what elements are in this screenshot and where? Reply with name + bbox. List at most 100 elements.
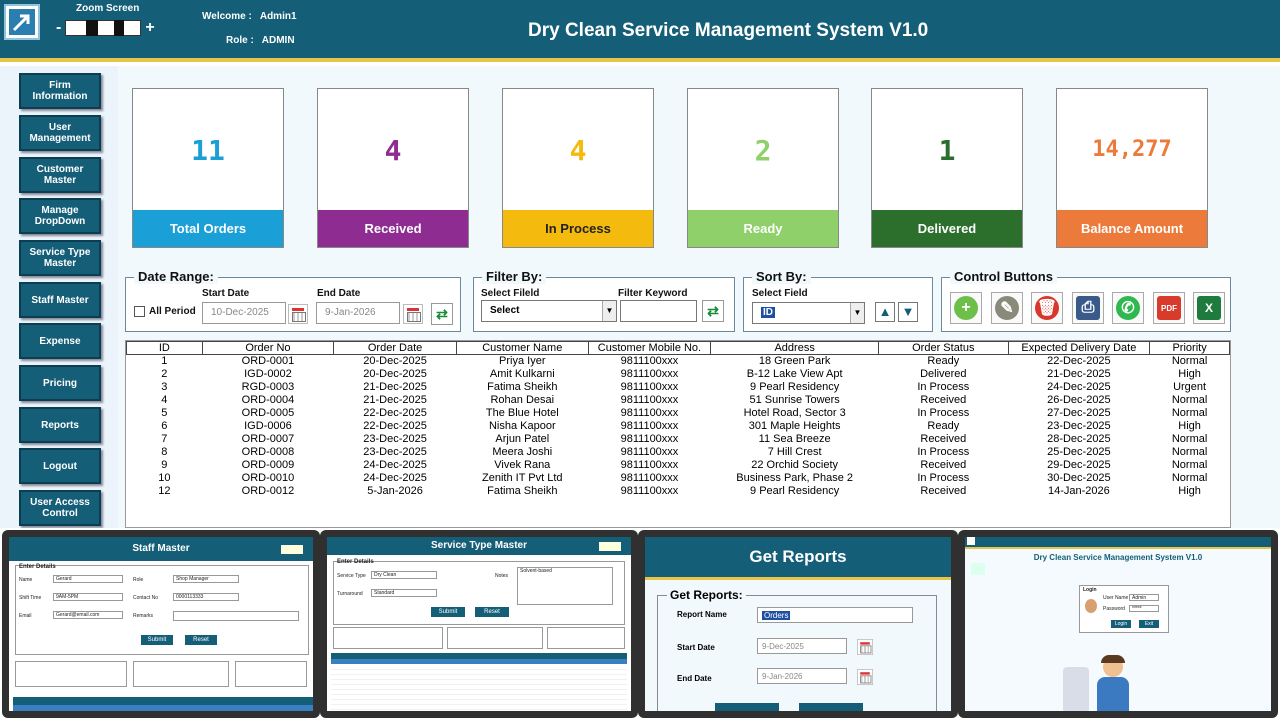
card-label: Received — [318, 210, 468, 247]
table-row[interactable]: 6 IGD-0006 22-Dec-2025 Nisha Kapoor 9811100x… — [127, 420, 1230, 433]
whatsapp-icon: ✆ — [1116, 296, 1140, 320]
table-row[interactable]: 3 RGD-0003 21-Dec-2025 Fatima Sheikh 9811100… — [127, 381, 1230, 394]
table-cell: Business Park, Phase 2 — [736, 472, 854, 484]
excel-button[interactable]: X — [1193, 292, 1225, 324]
table-cell: 24-Dec-2025 — [363, 459, 427, 471]
table-cell: 9811100xxx — [620, 355, 679, 368]
table-cell: 9811100xxx — [620, 394, 679, 406]
table-cell: 9811100xxx — [620, 433, 679, 445]
thumb-service-turn-label: Turnaround — [337, 591, 363, 597]
table-cell: 11 Sea Breeze — [758, 433, 831, 445]
table-row[interactable]: 10 ORD-0010 24-Dec-2025 Zenith IT Pvt Ltd 98… — [127, 472, 1230, 485]
column-header[interactable]: Customer Name — [455, 341, 589, 355]
pdf-icon: PDF — [1157, 296, 1181, 320]
end-calendar-icon[interactable] — [403, 304, 423, 324]
all-period-checkbox[interactable] — [134, 306, 145, 317]
thumb-staff-name: Gerard — [53, 575, 123, 583]
whatsapp-button[interactable]: ✆ — [1112, 292, 1144, 324]
sidebar-item-expense[interactable]: Expense — [19, 323, 101, 359]
filter-field-select[interactable]: Select ▼ — [481, 300, 617, 322]
table-row[interactable]: 9 ORD-0009 24-Dec-2025 Vivek Rana 9811100xxx… — [127, 459, 1230, 472]
thumb-login-button: Login — [1111, 620, 1131, 628]
table-row[interactable]: 7 ORD-0007 23-Dec-2025 Arjun Patel 9811100xx… — [127, 433, 1230, 446]
filter-keyword-label: Filter Keyword — [618, 288, 688, 299]
card-label: In Process — [503, 210, 653, 247]
edit-button[interactable]: ✎ — [991, 292, 1023, 324]
table-cell: 9811100xxx — [620, 368, 679, 380]
thumb-login-user-label: User Name — [1103, 595, 1129, 601]
table-cell: 24-Dec-2025 — [1047, 381, 1111, 393]
table-cell: High — [1178, 420, 1201, 432]
table-cell: 21-Dec-2025 — [363, 381, 427, 393]
delete-button[interactable]: 🗑 — [1031, 292, 1063, 324]
sort-title: Sort By: — [752, 269, 811, 284]
thumb-login[interactable]: Dry Clean Service Management System V1.0… — [958, 530, 1278, 718]
table-row[interactable]: 1 ORD-0001 20-Dec-2025 Priya Iyer 9811100xxx… — [127, 355, 1230, 368]
table-cell: 9 Pearl Residency — [750, 381, 840, 393]
column-header[interactable]: Address — [710, 341, 880, 355]
table-row[interactable]: 4 ORD-0004 21-Dec-2025 Rohan Desai 9811100xx… — [127, 394, 1230, 407]
start-calendar-icon[interactable] — [288, 304, 308, 324]
table-row[interactable]: 2 IGD-0002 20-Dec-2025 Amit Kulkarni 9811100… — [127, 368, 1230, 381]
table-cell: 27-Dec-2025 — [1047, 407, 1111, 419]
sidebar-item-firm-information[interactable]: Firm Information — [19, 73, 101, 109]
thumb-staff-master[interactable]: Staff Master Enter Details Name Gerard R… — [2, 530, 320, 718]
thumb-get-reports[interactable]: Get Reports Get Reports: Report Name Ord… — [638, 530, 958, 718]
thumb-reports-end-calendar-icon — [857, 669, 873, 685]
table-cell: Received — [920, 433, 967, 445]
sidebar-item-logout[interactable]: Logout — [19, 448, 101, 484]
card-label: Ready — [688, 210, 838, 247]
print-button[interactable]: ⎙ — [1072, 292, 1104, 324]
sort-field-select[interactable]: ID ▼ — [752, 302, 865, 324]
sidebar-item-staff-master[interactable]: Staff Master — [19, 282, 101, 318]
table-cell: Amit Kulkarni — [489, 368, 555, 380]
zoom-control[interactable]: - + — [56, 19, 155, 37]
zoom-minus-button[interactable]: - — [56, 19, 61, 37]
sidebar-item-pricing[interactable]: Pricing — [19, 365, 101, 401]
card-value: 11 — [191, 134, 225, 167]
filter-refresh-icon[interactable]: ⇄ — [702, 300, 724, 322]
column-header[interactable]: Order Status — [878, 341, 1009, 355]
thumb-staff-contact: 0000113333 — [173, 593, 239, 601]
zoom-slider[interactable] — [65, 20, 142, 36]
table-cell: 301 Maple Heights — [748, 420, 841, 432]
table-cell: B-12 Lake View Apt — [746, 368, 843, 380]
table-row[interactable]: 8 ORD-0008 23-Dec-2025 Meera Joshi 9811100xx… — [127, 446, 1230, 459]
sort-descending-icon[interactable]: ▼ — [898, 302, 918, 322]
sidebar-item-service-type-master[interactable]: Service Type Master — [19, 240, 101, 276]
column-header[interactable]: Order Date — [333, 341, 457, 355]
table-cell: 14-Jan-2026 — [1047, 485, 1110, 497]
table-row[interactable]: 12 ORD-0012 5-Jan-2026 Fatima Sheikh 9811100… — [127, 485, 1230, 498]
sidebar-item-reports[interactable]: Reports — [19, 407, 101, 443]
filter-keyword-input[interactable] — [620, 300, 697, 322]
sidebar-item-user-access-control[interactable]: User Access Control — [19, 490, 101, 526]
add-button[interactable]: + — [950, 292, 982, 324]
sidebar-item-user-management[interactable]: User Management — [19, 115, 101, 151]
thumb-service-type-label: Service Type — [337, 573, 366, 579]
printer-icon: ⎙ — [1076, 296, 1100, 320]
pdf-button[interactable]: PDF — [1153, 292, 1185, 324]
date-refresh-icon[interactable]: ⇄ — [431, 303, 453, 325]
end-date-label: End Date — [317, 288, 361, 299]
thumb-staff-contact-label: Contact No — [133, 595, 159, 601]
app-logo-icon[interactable] — [4, 4, 40, 40]
orders-table[interactable]: ID Order No Order Date Customer Name Custome… — [125, 340, 1231, 528]
zoom-plus-button[interactable]: + — [145, 19, 154, 37]
column-header[interactable]: Order No — [201, 341, 335, 355]
thumb-reports-start-calendar-icon — [857, 639, 873, 655]
column-header[interactable]: Customer Mobile No. — [587, 341, 712, 355]
sort-ascending-icon[interactable]: ▲ — [875, 302, 895, 322]
column-header[interactable]: ID — [126, 341, 203, 355]
start-date-field[interactable]: 10-Dec-2025 — [202, 302, 286, 324]
table-cell: 9811100xxx — [620, 381, 679, 393]
thumb-staff-shift-label: Shift Time — [19, 595, 42, 601]
table-row[interactable]: 5 ORD-0005 22-Dec-2025 The Blue Hotel 981110… — [127, 407, 1230, 420]
table-cell: ORD-0010 — [241, 472, 295, 484]
sidebar-item-customer-master[interactable]: Customer Master — [19, 157, 101, 193]
column-header[interactable]: Expected Delivery Date — [1007, 341, 1151, 355]
excel-icon: X — [1197, 296, 1221, 320]
thumb-service-type-master[interactable]: Service Type Master Enter Details Servic… — [320, 530, 638, 718]
sidebar-item-manage-dropdown[interactable]: Manage DropDown — [19, 198, 101, 234]
column-header[interactable]: Priority — [1149, 341, 1230, 355]
end-date-field[interactable]: 9-Jan-2026 — [316, 302, 400, 324]
